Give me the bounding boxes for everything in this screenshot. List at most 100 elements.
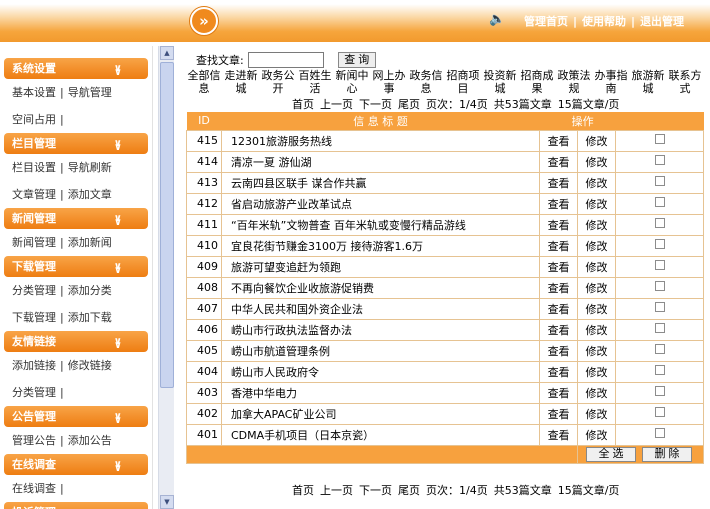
sidebar-group-header[interactable]: 投诉管理∨∨ [4, 502, 148, 509]
chevron-double-down-icon[interactable]: ∨∨ [114, 454, 128, 475]
chevron-double-down-icon[interactable]: ∨∨ [114, 133, 128, 154]
row-title[interactable]: 旅游可望变追赶为领跑 [220, 255, 541, 278]
row-title[interactable]: 省启动旅游产业改革试点 [220, 192, 541, 215]
row-checkbox[interactable] [654, 407, 665, 417]
edit-link[interactable]: 修改 [577, 255, 616, 278]
scroll-up-arrow-icon[interactable]: ▲ [160, 46, 174, 60]
edit-link[interactable]: 修改 [577, 171, 616, 194]
edit-link[interactable]: 修改 [577, 297, 616, 320]
category-link[interactable]: 百姓生活 [297, 69, 333, 95]
pager-next-link[interactable]: 下一页 [359, 484, 392, 497]
sidebar-group-header[interactable]: 下载管理 ∨∨ [4, 256, 148, 277]
category-link[interactable]: 新闻中心 [334, 69, 370, 95]
sidebar-group-header[interactable]: 在线调查 ∨∨ [4, 454, 148, 475]
category-link[interactable]: 招商项目 [445, 69, 481, 95]
view-link[interactable]: 查看 [539, 213, 579, 236]
edit-link[interactable]: 修改 [577, 360, 616, 383]
row-checkbox[interactable] [654, 344, 665, 354]
chevron-double-down-icon[interactable]: ∨∨ [114, 256, 128, 277]
help-link[interactable]: 使用帮助 [582, 15, 626, 28]
category-link[interactable]: 招商成果 [519, 69, 555, 95]
view-link[interactable]: 查看 [539, 339, 579, 362]
row-checkbox[interactable] [654, 218, 665, 228]
select-all-button[interactable]: 全 选 [586, 446, 637, 462]
view-link[interactable]: 查看 [539, 150, 579, 173]
edit-link[interactable]: 修改 [577, 234, 616, 257]
row-title[interactable]: 12301旅游服务热线 [220, 129, 541, 152]
edit-link[interactable]: 修改 [577, 192, 616, 215]
chevron-double-down-icon[interactable]: ∨∨ [114, 208, 128, 229]
row-checkbox[interactable] [654, 176, 665, 186]
sidebar-link[interactable]: 导航刷新 [68, 161, 112, 174]
row-checkbox[interactable] [654, 365, 665, 375]
sidebar-group-header[interactable]: 友情链接 ∨∨ [4, 331, 148, 352]
category-link[interactable]: 政策法规 [556, 69, 592, 95]
edit-link[interactable]: 修改 [577, 423, 616, 446]
view-link[interactable]: 查看 [539, 234, 579, 257]
row-checkbox[interactable] [654, 155, 665, 165]
row-checkbox[interactable] [654, 197, 665, 207]
row-title[interactable]: 香港中华电力 [220, 381, 541, 404]
row-checkbox[interactable] [654, 302, 665, 312]
pager-prev-link[interactable]: 上一页 [320, 484, 353, 497]
sidebar-link[interactable]: 空间占用 [12, 113, 56, 126]
view-link[interactable]: 查看 [539, 360, 579, 383]
category-link[interactable]: 旅游新城 [630, 69, 666, 95]
row-checkbox[interactable] [654, 260, 665, 270]
category-link[interactable]: 全部信息 [186, 69, 222, 95]
sidebar-link[interactable]: 新闻管理 [12, 236, 56, 249]
row-title[interactable]: 云南四县区联手 谋合作共赢 [220, 171, 541, 194]
row-title[interactable]: “百年米轨”文物普查 百年米轨或变慢行精品游线 [220, 213, 541, 236]
row-title[interactable]: 中华人民共和国外资企业法 [220, 297, 541, 320]
category-link[interactable]: 政务公开 [260, 69, 296, 95]
sidebar-link[interactable]: 添加公告 [68, 434, 112, 447]
edit-link[interactable]: 修改 [577, 402, 616, 425]
sidebar-link[interactable]: 添加下载 [68, 311, 112, 324]
view-link[interactable]: 查看 [539, 171, 579, 194]
pager-first-link[interactable]: 首页 [292, 98, 314, 111]
row-title[interactable]: 崂山市人民政府令 [220, 360, 541, 383]
view-link[interactable]: 查看 [539, 381, 579, 404]
row-title[interactable]: 崂山市航道管理条例 [220, 339, 541, 362]
sidebar-link[interactable]: 修改链接 [68, 359, 112, 372]
row-title[interactable]: 崂山市行政执法监督办法 [220, 318, 541, 341]
view-link[interactable]: 查看 [539, 402, 579, 425]
row-checkbox[interactable] [654, 428, 665, 438]
sidebar-link[interactable]: 管理公告 [12, 434, 56, 447]
category-link[interactable]: 政务信息 [408, 69, 444, 95]
sidebar-group-header[interactable]: 栏目管理 ∨∨ [4, 133, 148, 154]
sidebar-link[interactable]: 添加新闻 [68, 236, 112, 249]
row-title[interactable]: 宜良花街节赚金3100万 接待游客1.6万 [220, 234, 541, 257]
sidebar-link[interactable]: 栏目设置 [12, 161, 56, 174]
sidebar-link[interactable]: 分类管理 [12, 284, 56, 297]
sidebar-link[interactable]: 添加文章 [68, 188, 112, 201]
scroll-down-arrow-icon[interactable]: ▼ [160, 495, 174, 509]
category-link[interactable]: 网上办事 [371, 69, 407, 95]
row-title[interactable]: 加拿大APAC矿业公司 [220, 402, 541, 425]
scroll-thumb[interactable] [160, 62, 174, 388]
row-checkbox[interactable] [654, 134, 665, 144]
row-checkbox[interactable] [654, 239, 665, 249]
chevron-double-down-icon[interactable]: ∨∨ [114, 406, 128, 427]
view-link[interactable]: 查看 [539, 255, 579, 278]
row-title[interactable]: 不再向餐饮企业收旅游促销费 [220, 276, 541, 299]
pager-last-link[interactable]: 尾页 [398, 98, 420, 111]
row-title[interactable]: CDMA手机项目（日本京瓷） [220, 423, 541, 446]
search-button[interactable]: 查 询 [337, 52, 376, 68]
view-link[interactable]: 查看 [539, 423, 579, 446]
sidebar-link[interactable]: 在线调查 [12, 482, 56, 495]
row-checkbox[interactable] [654, 386, 665, 396]
sidebar-link[interactable]: 导航管理 [68, 86, 112, 99]
logout-link[interactable]: 退出管理 [640, 15, 684, 28]
sidebar-link[interactable]: 基本设置 [12, 86, 56, 99]
search-input[interactable] [247, 52, 324, 68]
row-checkbox[interactable] [654, 281, 665, 291]
sidebar-link[interactable]: 添加链接 [12, 359, 56, 372]
view-link[interactable]: 查看 [539, 318, 579, 341]
sidebar-link[interactable]: 添加分类 [68, 284, 112, 297]
sidebar-group-header[interactable]: 系统设置 ∨∨ [4, 58, 148, 79]
view-link[interactable]: 查看 [539, 297, 579, 320]
row-title[interactable]: 清凉一夏 游仙湖 [220, 150, 541, 173]
category-link[interactable]: 走进新城 [223, 69, 259, 95]
edit-link[interactable]: 修改 [577, 339, 616, 362]
